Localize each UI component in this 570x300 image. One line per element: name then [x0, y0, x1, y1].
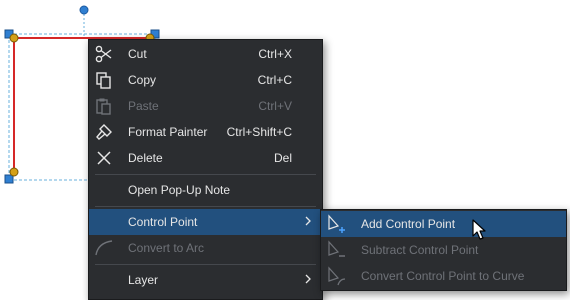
menu-item-label: Subtract Control Point: [361, 243, 479, 257]
rotation-handle[interactable]: [79, 5, 89, 15]
arc-icon: [93, 237, 115, 259]
close-icon: [93, 147, 115, 169]
menu-separator: [95, 174, 316, 175]
menu-item-layer[interactable]: Layer: [89, 267, 322, 293]
menu-item-control-point[interactable]: Control Point: [89, 209, 322, 235]
control-point[interactable]: [9, 167, 19, 177]
menu-item-add-control-point[interactable]: Add Control Point: [321, 211, 566, 237]
menu-item-delete[interactable]: Delete Del: [89, 145, 322, 171]
menu-item-label: Control Point: [128, 215, 198, 229]
menu-item-paste[interactable]: Paste Ctrl+V: [89, 93, 322, 119]
convert-control-point-icon: [325, 265, 347, 287]
menu-item-open-popup-note[interactable]: Open Pop-Up Note: [89, 177, 322, 203]
menu-item-label: Open Pop-Up Note: [128, 183, 231, 197]
control-point-submenu: Add Control Point Subtract Control Point…: [320, 209, 567, 291]
scissors-icon: [93, 43, 115, 65]
subtract-control-point-icon: [325, 239, 347, 261]
menu-item-label: Convert Control Point to Curve: [361, 269, 525, 283]
menu-item-shortcut: Del: [273, 151, 292, 165]
menu-item-label: Add Control Point: [361, 217, 456, 231]
menu-item-label: Paste: [128, 99, 159, 113]
format-painter-icon: [93, 121, 115, 143]
copy-icon: [93, 69, 115, 91]
menu-item-format-painter[interactable]: Format Painter Ctrl+Shift+C: [89, 119, 322, 145]
paste-icon: [93, 95, 115, 117]
menu-item-subtract-control-point[interactable]: Subtract Control Point: [321, 237, 566, 263]
menu-item-copy[interactable]: Copy Ctrl+C: [89, 67, 322, 93]
mouse-pointer-icon: [472, 219, 486, 240]
menu-item-shortcut: Ctrl+Shift+C: [226, 125, 292, 139]
menu-item-shortcut: Ctrl+V: [258, 99, 292, 113]
add-control-point-icon: [325, 213, 347, 235]
context-menu: Cut Ctrl+X Copy Ctrl+C Paste Ctrl+V Form…: [88, 39, 323, 300]
menu-item-shortcut: Ctrl+X: [258, 47, 292, 61]
menu-item-shortcut: Ctrl+C: [257, 73, 292, 87]
menu-item-label: Layer: [128, 273, 159, 287]
control-point[interactable]: [9, 33, 19, 43]
chevron-right-icon: [304, 215, 312, 229]
menu-item-label: Cut: [128, 47, 147, 61]
menu-item-convert-control-point[interactable]: Convert Control Point to Curve: [321, 263, 566, 289]
menu-item-label: Delete: [128, 151, 163, 165]
menu-item-label: Format Painter: [128, 125, 208, 139]
menu-item-convert-to-arc[interactable]: Convert to Arc: [89, 235, 322, 261]
resize-handle-bottom-left[interactable]: [4, 174, 14, 184]
menu-separator: [95, 206, 316, 207]
chevron-right-icon: [304, 273, 312, 287]
menu-item-cut[interactable]: Cut Ctrl+X: [89, 41, 322, 67]
menu-item-label: Convert to Arc: [128, 241, 205, 255]
menu-item-label: Copy: [128, 73, 157, 87]
menu-separator: [95, 264, 316, 265]
